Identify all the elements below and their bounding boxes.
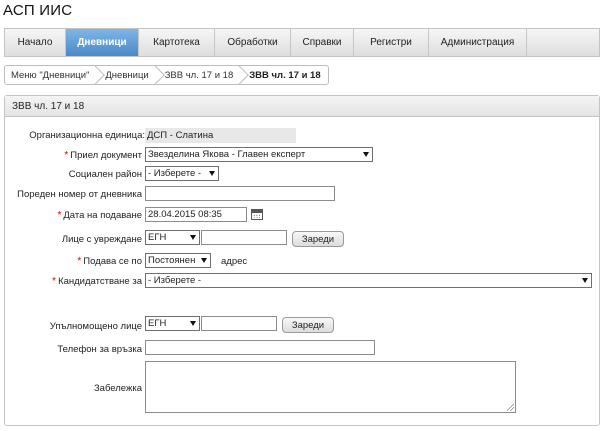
breadcrumb-label: ЗВВ чл. 17 и 18 [164,69,234,81]
breadcrumb: Меню "Дневници" Дневници ЗВВ чл. 17 и 18… [4,65,329,85]
submission-date-row: * Дата на подаване [5,207,142,225]
required-marker: * [77,256,82,267]
app-title: АСП ИИС [3,2,73,19]
received-doc-value: Звезделина Якова - Главен експерт [148,149,306,160]
breadcrumb-label: Дневници [105,69,149,81]
load-injured-person-button[interactable]: Зареди [292,231,344,247]
journal-number-input[interactable] [145,186,335,201]
authorized-person-id-input[interactable] [201,316,277,331]
required-marker: * [64,150,69,161]
note-label: Забележка [93,383,142,394]
submitted-by-label: Подава се по [83,256,142,267]
chevron-down-icon [190,321,196,326]
breadcrumb-item-journals[interactable]: Дневници [96,66,165,84]
received-doc-row: * Приел документ [5,147,142,165]
application-for-label-wrap: * Кандидатстване за [52,276,142,287]
breadcrumb-item-zvv[interactable]: ЗВВ чл. 17 и 18 [156,66,250,84]
panel-title: ЗВВ чл. 17 и 18 [5,96,599,117]
phone-row: Телефон за връзка [5,341,142,359]
chevron-down-icon [582,278,588,283]
chevron-down-icon [363,152,369,157]
application-for-label: Кандидатстване за [58,276,142,287]
received-doc-select[interactable]: Звезделина Якова - Главен експерт [145,147,373,162]
received-doc-label: Приел документ [70,150,142,161]
injured-person-id-type: ЕГН [148,232,167,243]
authorized-person-id-type-select[interactable]: ЕГН [145,316,200,331]
journal-number-row: Пореден номер от дневника [5,186,142,204]
chevron-down-icon [190,235,196,240]
phone-input[interactable] [145,340,375,355]
submission-date-label-wrap: * Дата на подаване [57,210,142,221]
org-unit-label: Организационна единица: [29,130,145,141]
submitted-by-value: Постоянен [148,255,196,266]
required-marker: * [57,210,62,221]
submission-date-input[interactable]: 28.04.2015 08:35 [145,207,247,222]
received-doc-label-wrap: * Приел документ [64,150,142,161]
nav-item-reports[interactable]: Справки [291,29,354,56]
nav-item-journals[interactable]: Дневници [66,29,139,56]
org-unit-value: ДСП - Слатина [145,128,296,143]
social-region-value: - Изберете - [148,168,202,179]
org-unit-row: Организационна единица: [5,127,145,145]
social-region-select[interactable]: - Изберете - [145,166,219,181]
nav-item-home[interactable]: Начало [5,29,66,56]
nav-item-processing[interactable]: Обработки [215,29,291,56]
note-row: Забележка [5,380,142,398]
nav-item-registers[interactable]: Регистри [354,29,429,56]
chevron-down-icon [209,171,215,176]
submitted-by-row: * Подава се по [5,253,142,271]
calendar-icon[interactable] [251,209,263,220]
address-suffix: адрес [221,256,248,267]
authorized-person-label: Упълномощено лице [49,321,142,332]
load-authorized-person-button[interactable]: Зареди [282,317,334,333]
nav-item-administration[interactable]: Администрация [429,29,527,56]
nav-item-card-index[interactable]: Картотека [139,29,215,56]
submitted-by-label-wrap: * Подава се по [77,256,142,267]
breadcrumb-item-journals-menu[interactable]: Меню "Дневници" [5,66,106,84]
injured-person-row: Лице с увреждане [5,231,142,249]
social-region-label: Социален район [68,169,142,180]
authorized-person-row: Упълномощено лице [5,318,142,336]
injured-person-id-input[interactable] [201,230,287,245]
resize-handle-icon[interactable] [507,404,514,411]
application-for-value: - Изберете - [148,275,202,286]
breadcrumb-label: ЗВВ чл. 17 и 18 [249,69,321,81]
breadcrumb-item-current: ЗВВ чл. 17 и 18 [240,66,327,84]
note-textarea[interactable] [145,361,516,413]
injured-person-label: Лице с увреждане [61,234,142,245]
phone-label: Телефон за връзка [57,344,142,355]
form-panel: ЗВВ чл. 17 и 18 Организационна единица: … [4,95,600,426]
submission-date-label: Дата на подаване [63,210,142,221]
authorized-person-id-type: ЕГН [148,318,167,329]
journal-number-label: Пореден номер от дневника [17,189,142,200]
breadcrumb-label: Меню "Дневници" [11,69,90,81]
required-marker: * [52,276,57,287]
main-nav: Начало Дневници Картотека Обработки Спра… [4,28,600,57]
application-for-select[interactable]: - Изберете - [145,273,592,288]
social-region-row: Социален район [5,166,142,184]
application-for-row: * Кандидатстване за [5,273,142,291]
submitted-by-select[interactable]: Постоянен [145,253,211,268]
injured-person-id-type-select[interactable]: ЕГН [145,230,200,245]
chevron-down-icon [201,258,207,263]
